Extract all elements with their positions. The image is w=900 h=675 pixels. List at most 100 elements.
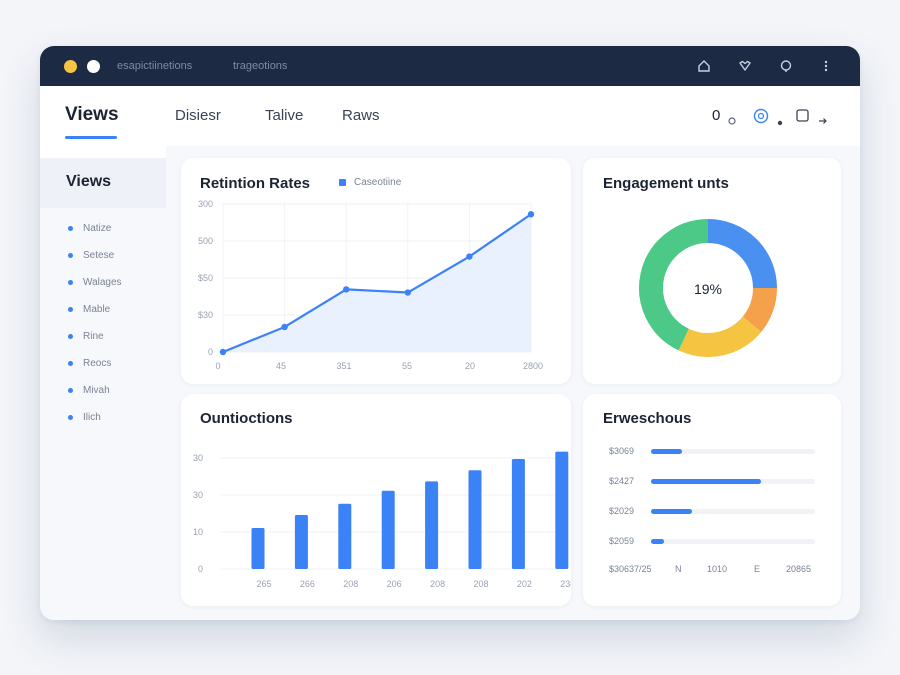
x-tick-label: 208 — [430, 579, 445, 589]
tab-raws[interactable]: Raws — [342, 107, 380, 124]
progress-label: $2059 — [609, 536, 635, 546]
x-tick-label: 265 — [256, 579, 271, 589]
dot-icon — [777, 113, 783, 131]
bar — [555, 451, 569, 569]
sidebar-item-walages[interactable]: Walages — [68, 277, 122, 288]
x-tick-label: 208 — [473, 579, 488, 589]
data-point — [219, 348, 227, 356]
minimize-dot[interactable] — [64, 60, 77, 73]
sidebar-item-label: Natize — [83, 223, 112, 234]
sidebar-item-rine[interactable]: Rine — [68, 331, 104, 342]
progress-fill — [651, 539, 665, 544]
x-tick-label: 20 — [465, 361, 475, 371]
page-title: Views — [65, 104, 119, 125]
donut-slice — [678, 316, 762, 357]
sidebar-item-label: Rine — [83, 331, 104, 342]
x-tick-label: 45 — [276, 361, 286, 371]
x-tick-label: 0 — [215, 361, 220, 371]
sidebar-item-natize[interactable]: Natize — [68, 223, 111, 234]
progress-title: Erweschous — [603, 410, 692, 427]
x-tick-label: 2800 — [523, 361, 543, 371]
y-tick-label: $30 — [198, 310, 213, 320]
title-bar: esapictiinetions trageotions — [40, 46, 860, 86]
bar — [511, 459, 525, 569]
counter-value: 0 — [712, 107, 721, 124]
engagement-donut-chart — [639, 219, 777, 357]
retention-line-chart: 0 $30 $50 500 300 0 45 351 55 20 2800 — [198, 199, 543, 371]
y-tick-label: 0 — [208, 347, 213, 357]
bullet-icon — [68, 388, 73, 393]
y-tick-label: 10 — [193, 527, 203, 537]
series-area — [223, 214, 531, 352]
sidebar-item-label: Mable — [83, 304, 111, 315]
bar — [251, 528, 265, 569]
sidebar-item-label: Walages — [83, 277, 122, 288]
bullet-icon — [68, 415, 73, 420]
progress-row: $2427 — [609, 476, 819, 490]
x-tick-label: 55 — [402, 361, 412, 371]
bullet-icon — [68, 334, 73, 339]
x-tick-label: 351 — [336, 361, 351, 371]
footer-label: $30637/25 — [609, 564, 652, 574]
sidebar-item-mivah[interactable]: Mivah — [68, 385, 110, 396]
x-tick-label: 238 — [560, 579, 571, 589]
y-tick-label: $50 — [198, 273, 213, 283]
bullet-icon — [68, 307, 73, 312]
y-tick-label: 300 — [198, 199, 213, 209]
tab-disiesr[interactable]: Disiesr — [175, 107, 221, 124]
bar — [425, 481, 439, 569]
progress-row: $2059 — [609, 536, 819, 550]
bar — [468, 470, 482, 569]
progress-track — [651, 449, 815, 454]
engagement-card: Engagement unts 19% — [583, 158, 841, 384]
progress-fill — [651, 509, 692, 514]
progress-label: $3069 — [609, 446, 635, 456]
progress-fill — [651, 449, 683, 454]
y-tick-label: 0 — [198, 564, 203, 574]
progress-track — [651, 479, 815, 484]
data-point — [281, 323, 288, 331]
heart-icon[interactable] — [735, 56, 755, 76]
sidebar-item-ilich[interactable]: Ilich — [68, 412, 101, 423]
footer-label: E — [754, 564, 761, 574]
y-tick-label: 500 — [198, 236, 213, 246]
progress-label: $2029 — [609, 506, 635, 516]
arrow-right-icon[interactable] — [818, 112, 828, 130]
sidebar-item-label: Mivah — [83, 385, 110, 396]
active-tab-indicator — [65, 136, 117, 139]
footer-label: N — [675, 564, 682, 574]
x-tick-label: 202 — [517, 579, 532, 589]
sidebar-item-label: Reocs — [83, 358, 112, 369]
window-dot[interactable] — [87, 60, 100, 73]
target-icon[interactable] — [753, 108, 769, 129]
progress-track — [651, 509, 815, 514]
progress-row: $3069 — [609, 446, 819, 460]
titlebar-text-secondary: trageotions — [233, 60, 288, 72]
progress-track — [651, 539, 815, 544]
sidebar-title: Views — [66, 173, 112, 190]
titlebar-text-primary: esapictiinetions — [117, 60, 193, 72]
sidebar-item-setese[interactable]: Setese — [68, 250, 114, 261]
x-tick-label: 208 — [343, 579, 358, 589]
bar — [381, 490, 395, 569]
more-vertical-icon[interactable] — [816, 56, 836, 76]
home-icon[interactable] — [694, 56, 714, 76]
footer-label: 1010 — [707, 564, 728, 574]
bullet-icon — [68, 280, 73, 285]
sidebar: Views Natize Setese Walages Mable Rine R… — [40, 158, 166, 620]
data-point — [527, 211, 535, 218]
progress-label: $2427 — [609, 476, 635, 486]
app-window: esapictiinetions trageotions Views Disie… — [40, 46, 860, 620]
progress-fill — [651, 479, 761, 484]
retention-card: Retintion Rates Caseotiine 0 $30 $50 500 300… — [181, 158, 571, 384]
search-icon[interactable] — [776, 56, 796, 76]
data-point — [343, 286, 350, 293]
progress-card: Erweschous $3069 $2427 $2029 $2059 $30637/2… — [583, 394, 841, 606]
sidebar-item-mable[interactable]: Mable — [68, 304, 110, 315]
sidebar-item-label: Setese — [83, 250, 115, 261]
sidebar-item-reocs[interactable]: Reocs — [68, 358, 111, 369]
square-icon[interactable] — [796, 109, 809, 127]
tab-talive[interactable]: Talive — [265, 107, 303, 124]
bars-card: Ountioctions 0 10 30 30 265 266 208 206 208 208 20… — [181, 394, 571, 606]
donut-slice — [742, 287, 777, 332]
